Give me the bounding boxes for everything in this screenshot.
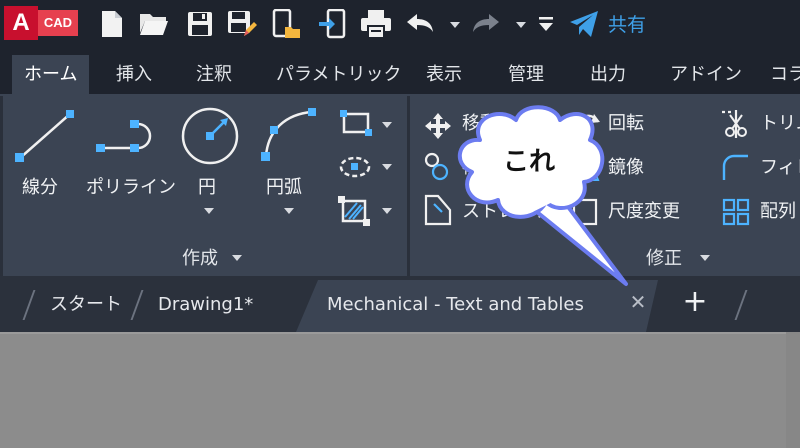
arc-dropdown-caret[interactable] <box>284 208 294 214</box>
trim-icon[interactable] <box>720 108 752 144</box>
tab-home[interactable]: ホーム <box>12 55 90 94</box>
file-tab-drawing1[interactable]: Drawing1* <box>158 290 253 320</box>
tab-annotate[interactable]: 注釈 <box>196 55 232 94</box>
tab-insert[interactable]: 挿入 <box>116 55 152 94</box>
application-menu-button[interactable]: A CAD <box>4 6 80 40</box>
ribbon-panel-area: 線分 ポリライン 円 円弧 作成 移動 複写 ストレッチ 回 <box>0 94 800 276</box>
draw-panel-title-text: 作成 <box>182 248 218 269</box>
tab-addins[interactable]: アドイン <box>670 55 742 94</box>
arc-tool-label[interactable]: 円弧 <box>266 176 302 200</box>
undo-dropdown-caret[interactable] <box>450 22 460 28</box>
undo-icon[interactable] <box>404 8 436 40</box>
open-from-mobile-icon[interactable] <box>270 8 302 40</box>
ribbon-tab-bar: ホーム 挿入 注釈 パラメトリック 表示 管理 出力 アドイン コラ <box>0 50 800 94</box>
new-file-icon[interactable] <box>96 8 128 40</box>
fillet-label[interactable]: フィレ <box>760 154 800 182</box>
tab-output[interactable]: 出力 <box>590 55 626 94</box>
redo-dropdown-caret[interactable] <box>516 22 526 28</box>
autocad-window: { "app": { "logo_letter": "A", "logo_suf… <box>0 0 800 448</box>
modify-panel-title-text: 修正 <box>646 248 682 269</box>
save-icon[interactable] <box>184 8 216 40</box>
tab-collaborate[interactable]: コラ <box>770 55 800 94</box>
panel-separator <box>0 96 3 276</box>
app-logo-letter: A <box>4 6 38 40</box>
rectangle-tool-icon[interactable] <box>340 110 372 140</box>
hatch-tool-icon[interactable] <box>338 196 370 230</box>
line-tool-icon[interactable] <box>14 108 74 168</box>
save-as-icon[interactable] <box>226 8 258 40</box>
canvas-edge <box>786 332 800 448</box>
tab-manage[interactable]: 管理 <box>508 55 544 94</box>
array-icon[interactable] <box>722 198 750 230</box>
customize-toolbar-icon[interactable] <box>530 8 562 40</box>
file-tab-start[interactable]: スタート <box>50 290 122 320</box>
callout-text: これ <box>502 147 555 177</box>
redo-icon[interactable] <box>470 8 502 40</box>
app-logo-suffix: CAD <box>38 10 78 36</box>
file-tab-separator <box>130 290 144 320</box>
line-tool-label[interactable]: 線分 <box>22 176 58 200</box>
ellipse-tool-icon[interactable] <box>338 154 372 184</box>
polyline-tool-icon[interactable] <box>94 110 158 164</box>
panel-separator <box>407 96 410 276</box>
drawing-canvas[interactable] <box>0 332 800 448</box>
arc-tool-icon[interactable] <box>258 106 320 170</box>
share-label[interactable]: 共有 <box>608 10 646 40</box>
rectangle-dropdown-caret[interactable] <box>382 122 392 128</box>
circle-dropdown-caret[interactable] <box>204 208 214 214</box>
callout-bubble <box>457 105 628 286</box>
print-icon[interactable] <box>360 8 392 40</box>
open-folder-icon[interactable] <box>138 8 170 40</box>
trim-label[interactable]: トリム <box>760 110 800 138</box>
circle-tool-icon[interactable] <box>178 106 242 170</box>
fillet-icon[interactable] <box>720 152 750 186</box>
draw-panel-expand-caret[interactable] <box>232 255 242 261</box>
ellipse-dropdown-caret[interactable] <box>382 164 392 170</box>
file-tab-separator <box>22 290 36 320</box>
file-tab-separator <box>734 290 748 320</box>
circle-tool-label[interactable]: 円 <box>198 176 216 200</box>
save-to-mobile-icon[interactable] <box>316 8 348 40</box>
draw-panel-title[interactable]: 作成 <box>160 242 240 276</box>
share-icon[interactable] <box>568 8 600 40</box>
modify-panel-expand-caret[interactable] <box>700 255 710 261</box>
new-tab-button[interactable]: + <box>680 287 710 318</box>
tab-parametric[interactable]: パラメトリック <box>276 55 401 94</box>
polyline-tool-label[interactable]: ポリライン <box>86 176 176 200</box>
hatch-dropdown-caret[interactable] <box>382 208 392 214</box>
quick-access-toolbar: A CAD 共有 <box>0 0 800 50</box>
tab-view[interactable]: 表示 <box>426 55 462 94</box>
array-label[interactable]: 配列 <box>760 198 796 226</box>
